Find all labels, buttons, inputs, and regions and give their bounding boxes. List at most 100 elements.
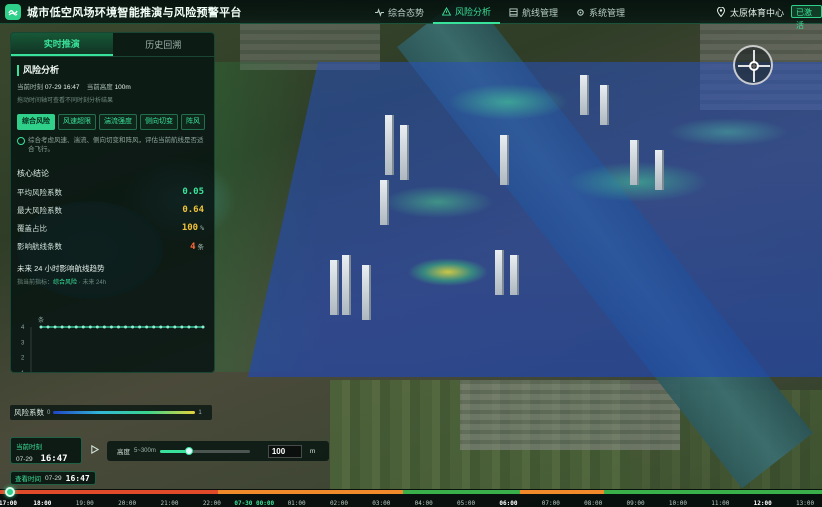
- nav-route-management[interactable]: 航线管理: [500, 0, 567, 24]
- current-time-label: 当前时刻: [16, 444, 42, 451]
- trend-point: [194, 325, 198, 329]
- building: [500, 135, 509, 185]
- location-pin-icon: [717, 7, 725, 17]
- tab-realtime[interactable]: 实时推演: [11, 33, 113, 56]
- trend-point: [145, 325, 149, 329]
- y-tick-label: 4: [21, 325, 25, 331]
- altitude-value: 100m: [114, 84, 131, 91]
- pulse-icon: [375, 7, 384, 17]
- timeline-tick-label: 13:00: [796, 500, 815, 507]
- timeline-risk-segment: [603, 490, 822, 494]
- analysis-meta: 当前时刻 07-29 16:47 当前高度 100m: [17, 81, 214, 91]
- chip-wind-speed[interactable]: 风速超限: [58, 114, 96, 130]
- conclusion-title: 核心结论: [17, 169, 49, 178]
- building: [600, 85, 609, 125]
- metric-value: 100%: [181, 223, 204, 233]
- timeline-risk-segment: [0, 490, 219, 494]
- y-unit-label: 条: [38, 316, 44, 324]
- trend-point: [46, 325, 50, 329]
- trend-point: [53, 325, 57, 329]
- nav-overview[interactable]: 综合态势: [366, 0, 433, 24]
- building: [400, 125, 409, 180]
- altitude-unit: m: [309, 447, 316, 455]
- metric-row: 平均风险系数 0.05: [17, 183, 204, 201]
- building: [655, 150, 664, 190]
- trend-point: [67, 325, 71, 329]
- metric-label: 影响航线条数: [17, 241, 62, 251]
- y-tick-label: 2: [21, 356, 25, 362]
- status-badge: 已激活: [791, 5, 822, 30]
- building: [510, 255, 519, 295]
- current-time-row: 07-29 16:47: [16, 454, 76, 464]
- nav-risk-analysis[interactable]: 风险分析: [433, 0, 501, 24]
- trend-point: [81, 325, 85, 329]
- metric-label: 最大风险系数: [17, 205, 62, 215]
- trend-point: [60, 325, 64, 329]
- timeline-tick-label: 04:00: [414, 500, 433, 507]
- timeline[interactable]: 17:00 18:00 19:00 20:00 21:00 22:00 07-30 00:0…: [0, 489, 822, 507]
- view-date: 07-29: [45, 474, 62, 482]
- timeline-tick-label: 19:00: [75, 500, 94, 507]
- metric-row: 最大风险系数 0.64: [17, 201, 204, 219]
- metric-value: 0.05: [182, 187, 204, 197]
- timeline-tick-label: 17:00: [0, 500, 18, 507]
- chip-composite-risk[interactable]: 综合风险: [17, 114, 55, 130]
- altitude-range: 5~300m: [134, 448, 156, 454]
- nav-system-management[interactable]: 系统管理: [567, 0, 634, 24]
- chip-turbulence[interactable]: 湍流强度: [99, 114, 137, 130]
- timeline-risk-segment: [402, 490, 521, 494]
- timeline-tick-label: 09:00: [626, 500, 645, 507]
- trend-point: [124, 325, 128, 329]
- tab-history[interactable]: 历史回溯: [113, 33, 215, 56]
- risk-legend: 风险系数 0 1: [10, 405, 212, 420]
- timeline-tick-label: 10:00: [668, 500, 687, 507]
- metric-label: 平均风险系数: [17, 187, 62, 197]
- trend-point: [187, 325, 191, 329]
- info-icon: [17, 137, 25, 145]
- building: [330, 260, 339, 315]
- metric-row: 影响航线条数 4条: [17, 237, 204, 255]
- legend-max: 1: [198, 409, 202, 416]
- urban-area: [460, 380, 680, 450]
- compass-control[interactable]: [733, 45, 773, 85]
- top-bar: 城市低空风场环境智能推演与风险预警平台 综合态势 风险分析 航线管理 系统管理 …: [0, 0, 822, 30]
- trend-point: [152, 325, 156, 329]
- metric-label: 覆盖占比: [17, 223, 47, 233]
- route-icon: [509, 7, 518, 17]
- trend-point: [39, 325, 43, 329]
- trend-point: [180, 325, 184, 329]
- risk-description: 综合考虑风速、湍流、侧向切变和阵风，评估当前航线是否适合飞行。: [17, 136, 207, 154]
- building: [630, 140, 639, 185]
- current-time: 16:47: [40, 454, 68, 464]
- section-title: 风险分析: [17, 65, 214, 76]
- building: [385, 115, 394, 175]
- timeline-handle[interactable]: [5, 487, 15, 497]
- play-icon[interactable]: [90, 445, 99, 454]
- altitude-input[interactable]: [267, 444, 302, 458]
- timeline-tick-label: 11:00: [711, 500, 730, 507]
- metrics-list: 平均风险系数 0.05 最大风险系数 0.64 覆盖占比 100% 影响航线条数…: [11, 183, 214, 255]
- nav-label: 综合态势: [388, 7, 425, 18]
- timeline-tick-label: 21:00: [160, 500, 179, 507]
- time-label: 当前时刻: [17, 84, 43, 91]
- timeline-tick-label: 03:00: [372, 500, 391, 507]
- location-selector[interactable]: 太原体育中心: [717, 0, 784, 24]
- altitude-slider-handle[interactable]: [184, 446, 193, 455]
- timeline-tick-label: 01:00: [287, 500, 306, 507]
- risk-type-chips: 综合风险 风速超限 湍流强度 侧向切变 阵风: [17, 114, 214, 130]
- altitude-label: 高度: [117, 449, 130, 456]
- nav-label: 航线管理: [522, 7, 559, 18]
- location-name: 太原体育中心: [730, 7, 785, 18]
- timeline-risk-segment: [218, 490, 403, 494]
- timeline-tick-label: 05:00: [457, 500, 476, 507]
- view-time-label: 查看时间: [15, 476, 41, 483]
- altitude-slider[interactable]: [159, 446, 250, 455]
- legend-label: 风险系数: [14, 408, 44, 417]
- trend-point: [116, 325, 120, 329]
- trend-subtitle: 指当前指标：综合风险 · 未来 24h: [17, 280, 107, 286]
- building: [380, 180, 389, 225]
- chip-shear[interactable]: 侧向切变: [140, 114, 178, 130]
- view-time-card: 查看时间 07-29 16:47: [10, 471, 96, 485]
- chip-gust[interactable]: 阵风: [181, 114, 205, 130]
- trend-point: [95, 325, 99, 329]
